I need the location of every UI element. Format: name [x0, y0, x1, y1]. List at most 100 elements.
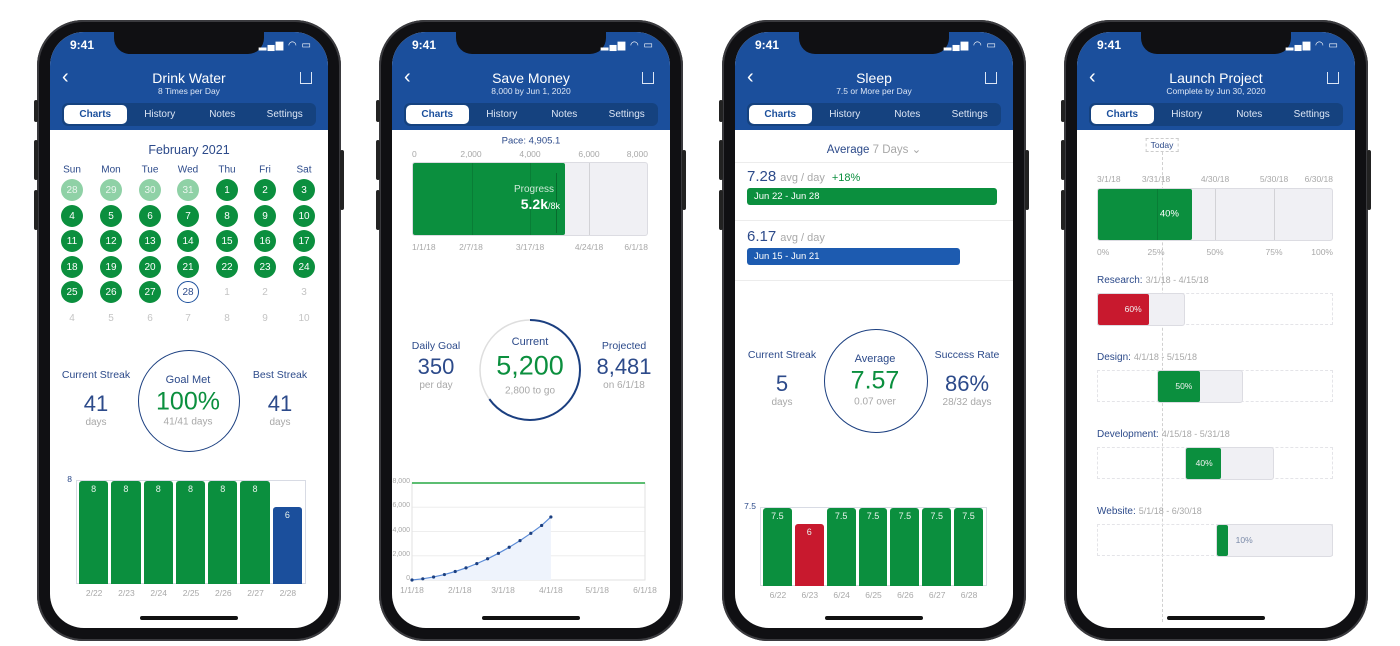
x-tick-label: 3/1/18	[491, 585, 515, 595]
data-point	[432, 575, 436, 579]
calendar-day-today[interactable]: 28	[177, 281, 199, 303]
calendar-day-prev[interactable]: 29	[100, 179, 122, 201]
data-point	[421, 577, 425, 581]
calendar-day-done[interactable]: 20	[139, 256, 161, 278]
stat-label: Goal Met	[165, 374, 211, 386]
tab-settings[interactable]: Settings	[254, 103, 317, 126]
period-summary: 6.17 avg / day	[747, 228, 825, 246]
calendar-day-done[interactable]: 22	[216, 256, 238, 278]
data-point	[529, 531, 533, 535]
status-icons-signal-wifi-battery: ▂▄▆ ◠ ▭	[258, 40, 312, 51]
phone-4: 9:41 ▂▄▆ ◠ ▭ ‹ Launch Project Complete by Ju…	[1061, 20, 1371, 641]
calendar-day-done[interactable]: 26	[100, 281, 122, 303]
back-chevron-icon[interactable]: ‹	[747, 66, 754, 89]
page-subtitle: 8 Times per Day	[158, 86, 220, 96]
calendar-day-done[interactable]: 3	[293, 179, 315, 201]
overall-label: 40%	[1159, 208, 1179, 220]
timeline-date: 5/30/18	[1259, 174, 1289, 184]
stat-value: 5	[775, 371, 789, 396]
tab-history[interactable]: History	[129, 103, 192, 126]
x-tick-label: 2/23	[118, 588, 135, 598]
calendar-day-prev[interactable]: 30	[139, 179, 161, 201]
bar-6/25: 7.5	[858, 508, 888, 586]
data-point	[486, 557, 490, 561]
volume-up-button	[719, 140, 723, 180]
calendar-day-done[interactable]: 24	[293, 256, 315, 278]
calendar-day-done[interactable]: 18	[61, 256, 83, 278]
tab-notes[interactable]: Notes	[876, 103, 939, 126]
calendar-day-done[interactable]: 17	[293, 230, 315, 252]
tab-charts[interactable]: Charts	[64, 105, 127, 124]
calendar-day-future[interactable]: 9	[254, 307, 276, 329]
calendar-day-done[interactable]: 5	[100, 205, 122, 227]
calendar-day-done[interactable]: 25	[61, 281, 83, 303]
calendar-day-done[interactable]: 16	[254, 230, 276, 252]
x-tick-label: 2/27	[247, 588, 264, 598]
tab-history[interactable]: History	[814, 103, 877, 126]
calendar-day-done[interactable]: 8	[216, 205, 238, 227]
calendar-day-future[interactable]: 5	[100, 307, 122, 329]
task-range: 5/1/18 - 6/30/18	[1138, 506, 1202, 516]
side-button	[376, 100, 380, 122]
calendar-day-done[interactable]: 10	[293, 205, 315, 227]
x-tick-label: 6/22	[769, 590, 787, 600]
calendar-day-prev[interactable]: 31	[177, 179, 199, 201]
stat-note: 41/41 days	[163, 416, 213, 428]
calendar-day-done[interactable]: 1	[216, 179, 238, 201]
tab-notes[interactable]: Notes	[1218, 103, 1281, 126]
calendar-day-done[interactable]: 4	[61, 205, 83, 227]
volume-down-button	[719, 190, 723, 230]
x-tick-label: 2/28	[279, 588, 297, 598]
calendar-day-done[interactable]: 21	[177, 256, 199, 278]
calendar-day-future[interactable]: 10	[293, 307, 315, 329]
phone-3: 9:41 ▂▄▆ ◠ ▭ ‹ Sleep 7.5 or More per Day Char…	[719, 20, 1029, 641]
back-chevron-icon[interactable]: ‹	[1089, 66, 1096, 89]
tab-notes[interactable]: Notes	[191, 103, 254, 126]
screen: 9:41 ▂▄▆ ◠ ▭ ‹ Sleep 7.5 or More per Day Char…	[735, 32, 1013, 628]
calendar-day-future[interactable]: 1	[216, 281, 238, 303]
weekday-label: Tue	[141, 164, 159, 176]
calendar-day-done[interactable]: 14	[177, 230, 199, 252]
calendar-day-done[interactable]: 27	[139, 281, 161, 303]
calendar-day-future[interactable]: 8	[216, 307, 238, 329]
month-title: February 2021	[148, 143, 230, 157]
tab-charts[interactable]: Charts	[749, 105, 812, 124]
calendar-day-done[interactable]: 13	[139, 230, 161, 252]
tab-charts[interactable]: Charts	[1091, 105, 1154, 124]
calendar-day-prev[interactable]: 28	[61, 179, 83, 201]
back-chevron-icon[interactable]: ‹	[62, 66, 69, 89]
tab-history[interactable]: History	[1156, 103, 1219, 126]
calendar-day-future[interactable]: 4	[61, 307, 83, 329]
calendar-day-done[interactable]: 9	[254, 205, 276, 227]
calendar-day-done[interactable]: 19	[100, 256, 122, 278]
y-tick-label: 6,000	[392, 502, 410, 510]
tab-settings[interactable]: Settings	[939, 103, 1002, 126]
task-bar[interactable]	[1215, 524, 1333, 557]
x-tick-label: 6/23	[801, 590, 819, 600]
y-tick-label: 7.5	[744, 501, 756, 511]
average-dropdown[interactable]: Average 7 Days ⌄	[827, 142, 921, 156]
calendar-day-done[interactable]: 12	[100, 230, 122, 252]
tab-settings[interactable]: Settings	[1281, 103, 1344, 126]
data-point	[442, 572, 447, 577]
calendar-day-done[interactable]: 2	[254, 179, 276, 201]
calendar-day-done[interactable]: 15	[216, 230, 238, 252]
percent-tick: 25%	[1147, 247, 1165, 257]
calendar-day-done[interactable]: 7	[177, 205, 199, 227]
calendar-day-done[interactable]: 23	[254, 256, 276, 278]
calendar-day-done[interactable]: 11	[61, 230, 83, 252]
power-button	[340, 150, 344, 210]
calendar-day-future[interactable]: 7	[177, 307, 199, 329]
overall-track	[1097, 188, 1333, 241]
task-bar[interactable]	[1157, 370, 1244, 403]
calendar-day-future[interactable]: 3	[293, 281, 315, 303]
share-icon[interactable]	[1327, 72, 1339, 84]
calendar-day-future[interactable]: 2	[254, 281, 276, 303]
calendar-day-future[interactable]: 6	[139, 307, 161, 329]
weekday-label: Thu	[218, 164, 236, 176]
share-icon[interactable]	[300, 72, 312, 84]
x-tick-label: 6/26	[897, 590, 914, 600]
share-icon[interactable]	[985, 72, 997, 84]
calendar-day-done[interactable]: 6	[139, 205, 161, 227]
period-unit: avg / day	[780, 172, 825, 184]
